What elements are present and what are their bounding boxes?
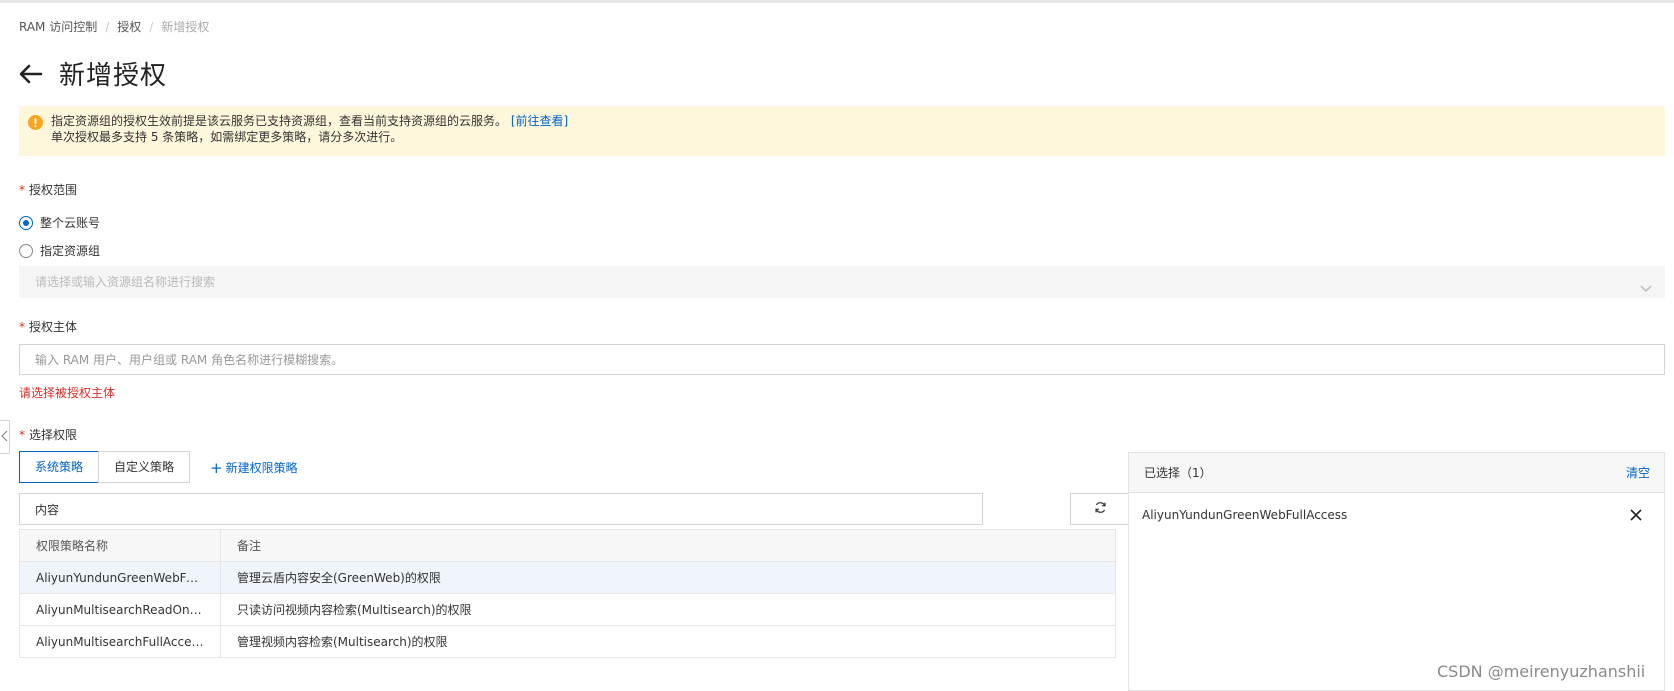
table-row[interactable]: AliyunYundunGreenWebFullA... 管理云盾内容安全(Gr… [19, 561, 1116, 594]
close-icon[interactable] [1630, 509, 1642, 521]
radio-resource-group[interactable]: 指定资源组 [19, 242, 100, 259]
principal-error: 请选择被授权主体 [19, 386, 116, 400]
permissions-label: * 选择权限 [19, 426, 77, 443]
warning-alert: 指定资源组的授权生效前提是该云服务已支持资源组，查看当前支持资源组的云服务。 [… [19, 106, 1665, 156]
policy-type-tabs: 系统策略 自定义策略 [19, 451, 191, 483]
alert-text-2: 单次授权最多支持 5 条策略，如需绑定更多策略，请分多次进行。 [51, 130, 403, 144]
breadcrumb-authorization[interactable]: 授权 [117, 18, 141, 35]
breadcrumb-current: 新增授权 [161, 20, 210, 34]
policy-note-cell: 管理云盾内容安全(GreenWeb)的权限 [220, 561, 1116, 594]
tab-system-policy[interactable]: 系统策略 [19, 451, 100, 483]
radio-whole-account[interactable]: 整个云账号 [19, 214, 100, 231]
scope-label: * 授权范围 [19, 181, 77, 198]
refresh-icon [1094, 501, 1107, 517]
page-title: 新增授权 [59, 61, 168, 91]
policy-search-input[interactable] [19, 493, 983, 525]
principal-search-input[interactable] [19, 344, 1665, 375]
header-policy-name: 权限策略名称 [19, 529, 221, 562]
selected-count-title: 已选择（1） [1144, 466, 1212, 480]
radio-checked-icon[interactable] [19, 215, 33, 230]
chevron-down-icon [1639, 275, 1653, 292]
policy-name-cell: AliyunMultisearchFullAcces... [19, 625, 221, 658]
radio-unchecked-icon[interactable] [19, 243, 33, 258]
warning-icon [28, 115, 43, 130]
required-mark: * [19, 428, 25, 442]
policy-name-cell: AliyunYundunGreenWebFullA... [19, 561, 221, 594]
plus-icon: + [210, 458, 223, 477]
title-row: 新增授权 [19, 55, 167, 92]
breadcrumb-separator: / [105, 19, 110, 34]
breadcrumb: RAM 访问控制 / 授权 / 新增授权 [19, 18, 209, 35]
selected-policies-panel: 已选择（1） 清空 AliyunYundunGreenWebFullAccess [1128, 452, 1665, 691]
policy-note-cell: 管理视频内容检索(Multisearch)的权限 [220, 625, 1116, 658]
policy-name-cell: AliyunMultisearchReadOnlyA... [19, 593, 221, 626]
table-row[interactable]: AliyunMultisearchReadOnlyA... 只读访问视频内容检索… [19, 593, 1116, 626]
clear-button[interactable]: 清空 [1626, 464, 1650, 481]
required-mark: * [19, 183, 25, 197]
header-note: 备注 [220, 529, 1116, 562]
table-header-row: 权限策略名称 备注 [19, 529, 1116, 562]
new-policy-label: 新建权限策略 [225, 461, 298, 475]
chevron-left-icon [1, 430, 8, 445]
policy-table: 权限策略名称 备注 AliyunYundunGreenWebFullA... 管… [19, 529, 1116, 658]
resource-group-select-placeholder: 请选择或输入资源组名称进行搜索 [35, 275, 216, 289]
radio-resource-group-label: 指定资源组 [40, 244, 101, 258]
arrow-left-icon[interactable] [19, 61, 45, 87]
resource-group-select: 请选择或输入资源组名称进行搜索 [19, 266, 1665, 298]
top-border [0, 0, 1674, 3]
sidebar-toggle[interactable] [0, 420, 10, 454]
table-row[interactable]: AliyunMultisearchFullAcces... 管理视频内容检索(M… [19, 625, 1116, 658]
selected-item-label: AliyunYundunGreenWebFullAccess [1142, 508, 1348, 522]
refresh-button[interactable] [1070, 493, 1130, 525]
alert-line-1: 指定资源组的授权生效前提是该云服务已支持资源组，查看当前支持资源组的云服务。 [… [51, 113, 1651, 129]
alert-link[interactable]: [前往查看] [511, 114, 568, 128]
scope-label-text: 授权范围 [29, 183, 78, 197]
new-policy-link[interactable]: + 新建权限策略 [210, 459, 298, 476]
principal-label: * 授权主体 [19, 318, 77, 335]
policy-note-cell: 只读访问视频内容检索(Multisearch)的权限 [220, 593, 1116, 626]
principal-label-text: 授权主体 [29, 320, 78, 334]
alert-text-1: 指定资源组的授权生效前提是该云服务已支持资源组，查看当前支持资源组的云服务。 [51, 114, 508, 128]
selected-item: AliyunYundunGreenWebFullAccess [1142, 508, 1652, 522]
breadcrumb-separator: / [149, 19, 154, 34]
required-mark: * [19, 320, 25, 334]
radio-whole-account-label: 整个云账号 [40, 216, 101, 230]
tab-custom-policy[interactable]: 自定义策略 [98, 451, 191, 483]
permissions-label-text: 选择权限 [29, 428, 78, 442]
watermark: CSDN @meirenyuzhanshii [1437, 662, 1646, 681]
selected-panel-header: 已选择（1） 清空 [1129, 453, 1664, 493]
breadcrumb-ram[interactable]: RAM 访问控制 [19, 18, 97, 35]
